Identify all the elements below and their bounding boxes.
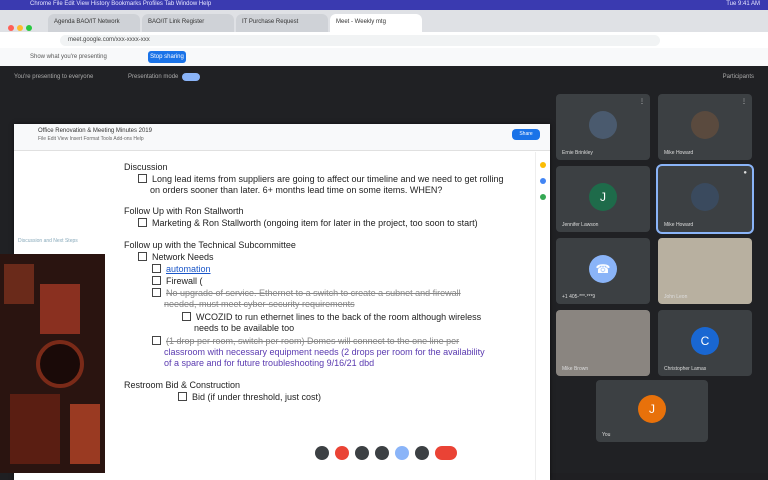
participant-avatar — [589, 111, 617, 139]
participant-name: John Leon — [664, 294, 688, 300]
participant-name: Mike Brown — [562, 366, 589, 372]
doc-menu[interactable]: File Edit View Insert Format Tools Add-o… — [38, 136, 144, 142]
overlay-photo — [0, 254, 105, 473]
browser-tab-active[interactable]: Meet - Weekly mtg — [330, 14, 422, 32]
checkbox[interactable] — [138, 174, 147, 183]
heading-restroom: Restroom Bid & Construction — [124, 380, 241, 390]
list-item-done: (1 drop per room, switch per room) Domes… — [152, 336, 459, 347]
contacts-icon[interactable] — [540, 194, 546, 200]
participant-avatar: C — [691, 327, 719, 355]
participant-tile[interactable]: ⋮ Mike Howard — [658, 94, 752, 160]
checkbox[interactable] — [152, 336, 161, 345]
phone-icon: ☎ — [589, 255, 617, 283]
stop-sharing-button[interactable]: Stop sharing — [148, 51, 186, 63]
list-item-continued: on orders sooner than later. 6+ months l… — [150, 185, 443, 195]
participant-avatar: J — [638, 395, 666, 423]
more-icon[interactable]: ⋮ — [639, 98, 645, 105]
mic-off-icon[interactable] — [335, 446, 349, 460]
checkbox[interactable] — [138, 218, 147, 227]
checkbox[interactable] — [138, 252, 147, 261]
list-item: Bid (if under threshold, just cost) — [178, 392, 321, 403]
browser-tab-strip: Agenda BAO/IT Network BAO/IT Link Regist… — [0, 10, 768, 32]
participant-name: Mike Howard — [664, 150, 694, 156]
list-item-continued: needed, must meet cyber-security require… — [164, 299, 355, 309]
list-item: WCOZID to run ethernet lines to the back… — [182, 312, 481, 323]
more-icon[interactable]: ⋮ — [741, 98, 747, 105]
participant-tile[interactable]: C Christopher Lamas — [658, 310, 752, 376]
heading-discussion: Discussion — [124, 162, 168, 172]
captions-icon[interactable] — [315, 446, 329, 460]
tasks-icon[interactable] — [540, 178, 546, 184]
list-item-continued: of a spare and for future troubleshootin… — [164, 358, 375, 368]
participant-avatar — [691, 183, 719, 211]
participant-name: Jennifer Lawson — [562, 222, 599, 228]
checkbox[interactable] — [152, 264, 161, 273]
checkbox[interactable] — [178, 392, 187, 401]
participant-name: Ernie Brinkley — [562, 150, 593, 156]
checkbox[interactable] — [152, 288, 161, 297]
url-field[interactable]: meet.google.com/xxx-xxxx-xxx — [60, 35, 660, 46]
heading-follow-tech: Follow up with the Technical Subcommitte… — [124, 240, 296, 250]
camera-icon[interactable] — [355, 446, 369, 460]
list-item: Long lead items from suppliers are going… — [138, 174, 504, 185]
raise-hand-icon[interactable] — [375, 446, 389, 460]
photo-image — [0, 254, 105, 473]
participant-tile-active[interactable]: ● Mike Howard — [658, 166, 752, 232]
mac-menu-items[interactable]: Chrome File Edit View History Bookmarks … — [30, 1, 211, 7]
doc-toolbar: Office Renovation & Meeting Minutes 2019… — [14, 124, 550, 151]
participant-name: You — [602, 432, 611, 438]
list-item-continued: needs to be available too — [194, 323, 295, 333]
participant-name: Mike Howard — [664, 222, 694, 228]
present-icon[interactable] — [395, 446, 409, 460]
browser-tab[interactable]: BAO/IT Link Register — [142, 14, 234, 32]
participant-tile[interactable]: J Jennifer Lawson — [556, 166, 650, 232]
share-button[interactable]: Share — [512, 129, 540, 140]
sharing-notice-text: Show what you're presenting — [30, 54, 107, 60]
list-item: automation — [152, 264, 211, 275]
more-options-icon[interactable] — [415, 446, 429, 460]
list-item: Marketing & Ron Stallworth (ongoing item… — [138, 218, 478, 229]
browser-tab[interactable]: IT Purchase Request — [236, 14, 328, 32]
presentation-mode-label: Presentation mode — [128, 74, 179, 80]
participant-avatar: J — [589, 183, 617, 211]
address-bar-row: meet.google.com/xxx-xxxx-xxx — [0, 32, 768, 48]
doc-side-panel — [535, 152, 550, 480]
participant-tile[interactable]: ⋮ Ernie Brinkley — [556, 94, 650, 160]
mac-menu-bar: Chrome File Edit View History Bookmarks … — [0, 0, 768, 10]
list-item: Network Needs — [138, 252, 214, 263]
checkbox[interactable] — [182, 312, 191, 321]
speaking-indicator-icon: ● — [743, 170, 747, 176]
presentation-mode-toggle[interactable] — [182, 73, 200, 81]
list-item-done: No upgrade of service. Ethernet to a swi… — [152, 288, 461, 299]
participant-tile[interactable]: ☎ +1 405-***-***9 — [556, 238, 650, 304]
keep-icon[interactable] — [540, 162, 546, 168]
leave-call-button[interactable] — [435, 446, 457, 460]
checkbox[interactable] — [152, 276, 161, 285]
list-item: Firewall ( — [152, 276, 203, 287]
heading-follow-ron: Follow Up with Ron Stallworth — [124, 206, 244, 216]
participant-name: +1 405-***-***9 — [562, 294, 596, 300]
participants-label[interactable]: Participants — [723, 74, 754, 80]
meet-stage: You're presenting to everyone Presentati… — [0, 66, 768, 480]
participant-name: Christopher Lamas — [664, 366, 707, 372]
doc-outline-item[interactable]: Discussion and Next Steps — [18, 238, 78, 244]
participant-tile[interactable]: Mike Brown — [556, 310, 650, 376]
browser-tab[interactable]: Agenda BAO/IT Network — [48, 14, 140, 32]
sharing-notice-bar: Show what you're presenting Stop sharing — [0, 48, 768, 67]
doc-title[interactable]: Office Renovation & Meeting Minutes 2019 — [38, 128, 152, 134]
presenting-label: You're presenting to everyone — [14, 74, 94, 80]
mac-clock: Tue 9:41 AM — [726, 1, 760, 7]
self-view-tile[interactable]: J You — [596, 380, 708, 442]
participant-avatar — [691, 111, 719, 139]
participant-tile[interactable]: John Leon — [658, 238, 752, 304]
list-item-continued: classroom with necessary equipment needs… — [164, 347, 485, 357]
